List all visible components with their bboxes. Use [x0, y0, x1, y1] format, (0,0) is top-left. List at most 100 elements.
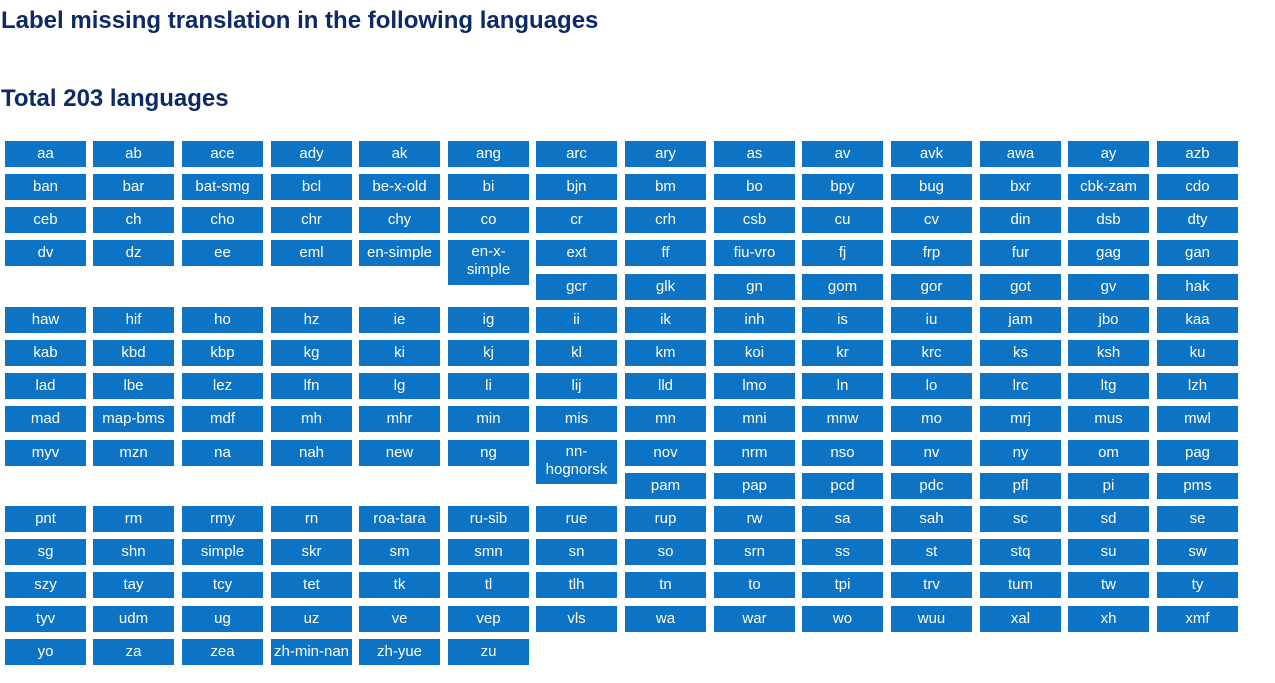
- language-link[interactable]: tl: [448, 572, 529, 598]
- language-link[interactable]: zea: [182, 639, 263, 665]
- language-link[interactable]: wo: [802, 606, 883, 632]
- language-link[interactable]: pms: [1157, 473, 1238, 499]
- language-link[interactable]: srn: [714, 539, 795, 565]
- language-link[interactable]: ak: [359, 141, 440, 167]
- language-link[interactable]: mzn: [93, 440, 174, 466]
- language-link[interactable]: lo: [891, 373, 972, 399]
- language-link[interactable]: se: [1157, 506, 1238, 532]
- language-link[interactable]: be-x-old: [359, 174, 440, 200]
- language-link[interactable]: yo: [5, 639, 86, 665]
- language-link[interactable]: sm: [359, 539, 440, 565]
- language-link[interactable]: wuu: [891, 606, 972, 632]
- language-link[interactable]: ng: [448, 440, 529, 466]
- language-link[interactable]: min: [448, 406, 529, 432]
- language-link[interactable]: rup: [625, 506, 706, 532]
- language-link[interactable]: ceb: [5, 207, 86, 233]
- language-link[interactable]: ch: [93, 207, 174, 233]
- language-link[interactable]: gan: [1157, 240, 1238, 266]
- language-link[interactable]: bxr: [980, 174, 1061, 200]
- language-link[interactable]: got: [980, 274, 1061, 300]
- language-link[interactable]: vep: [448, 606, 529, 632]
- language-link[interactable]: gn: [714, 274, 795, 300]
- language-link[interactable]: li: [448, 373, 529, 399]
- language-link[interactable]: nso: [802, 440, 883, 466]
- language-link[interactable]: km: [625, 340, 706, 366]
- language-link[interactable]: azb: [1157, 141, 1238, 167]
- language-link[interactable]: fj: [802, 240, 883, 266]
- language-link[interactable]: arc: [536, 141, 617, 167]
- language-link[interactable]: jbo: [1068, 307, 1149, 333]
- language-link[interactable]: ksh: [1068, 340, 1149, 366]
- language-link[interactable]: bat-smg: [182, 174, 263, 200]
- language-link[interactable]: lad: [5, 373, 86, 399]
- language-link[interactable]: rn: [271, 506, 352, 532]
- language-link[interactable]: eml: [271, 240, 352, 266]
- language-link[interactable]: nv: [891, 440, 972, 466]
- language-link[interactable]: na: [182, 440, 263, 466]
- language-link[interactable]: sd: [1068, 506, 1149, 532]
- language-link[interactable]: cv: [891, 207, 972, 233]
- language-link[interactable]: kr: [802, 340, 883, 366]
- language-link[interactable]: gcr: [536, 274, 617, 300]
- language-link[interactable]: mwl: [1157, 406, 1238, 432]
- language-link[interactable]: nrm: [714, 440, 795, 466]
- language-link[interactable]: mrj: [980, 406, 1061, 432]
- language-link[interactable]: chy: [359, 207, 440, 233]
- language-link[interactable]: xal: [980, 606, 1061, 632]
- language-link[interactable]: wa: [625, 606, 706, 632]
- language-link[interactable]: haw: [5, 307, 86, 333]
- language-link[interactable]: en-simple: [359, 240, 440, 266]
- language-link[interactable]: zu: [448, 639, 529, 665]
- language-link[interactable]: rw: [714, 506, 795, 532]
- language-link[interactable]: av: [802, 141, 883, 167]
- language-link[interactable]: mnw: [802, 406, 883, 432]
- language-link[interactable]: ku: [1157, 340, 1238, 366]
- language-link[interactable]: cr: [536, 207, 617, 233]
- language-link[interactable]: pdc: [891, 473, 972, 499]
- language-link[interactable]: gag: [1068, 240, 1149, 266]
- language-link[interactable]: ss: [802, 539, 883, 565]
- language-link[interactable]: ho: [182, 307, 263, 333]
- language-link[interactable]: dty: [1157, 207, 1238, 233]
- language-link[interactable]: tum: [980, 572, 1061, 598]
- language-link[interactable]: lbe: [93, 373, 174, 399]
- language-link[interactable]: fur: [980, 240, 1061, 266]
- language-link[interactable]: kab: [5, 340, 86, 366]
- language-link[interactable]: gom: [802, 274, 883, 300]
- language-link[interactable]: gor: [891, 274, 972, 300]
- language-link[interactable]: mdf: [182, 406, 263, 432]
- language-link[interactable]: glk: [625, 274, 706, 300]
- language-link[interactable]: ee: [182, 240, 263, 266]
- language-link[interactable]: bm: [625, 174, 706, 200]
- language-link[interactable]: rm: [93, 506, 174, 532]
- language-link[interactable]: ltg: [1068, 373, 1149, 399]
- language-link[interactable]: tw: [1068, 572, 1149, 598]
- language-link[interactable]: hif: [93, 307, 174, 333]
- language-link[interactable]: lfn: [271, 373, 352, 399]
- language-link[interactable]: xh: [1068, 606, 1149, 632]
- language-link[interactable]: ig: [448, 307, 529, 333]
- language-link[interactable]: tet: [271, 572, 352, 598]
- language-link[interactable]: nn-hognorsk: [536, 440, 617, 484]
- language-link[interactable]: mn: [625, 406, 706, 432]
- language-link[interactable]: mo: [891, 406, 972, 432]
- language-link[interactable]: lmo: [714, 373, 795, 399]
- language-link[interactable]: ik: [625, 307, 706, 333]
- language-link[interactable]: tay: [93, 572, 174, 598]
- language-link[interactable]: mh: [271, 406, 352, 432]
- language-link[interactable]: ext: [536, 240, 617, 266]
- language-link[interactable]: map-bms: [93, 406, 174, 432]
- language-link[interactable]: new: [359, 440, 440, 466]
- language-link[interactable]: hz: [271, 307, 352, 333]
- language-link[interactable]: krc: [891, 340, 972, 366]
- language-link[interactable]: ks: [980, 340, 1061, 366]
- language-link[interactable]: ary: [625, 141, 706, 167]
- language-link[interactable]: bpy: [802, 174, 883, 200]
- language-link[interactable]: szy: [5, 572, 86, 598]
- language-link[interactable]: ty: [1157, 572, 1238, 598]
- language-link[interactable]: kl: [536, 340, 617, 366]
- language-link[interactable]: fiu-vro: [714, 240, 795, 266]
- language-link[interactable]: kaa: [1157, 307, 1238, 333]
- language-link[interactable]: sah: [891, 506, 972, 532]
- language-link[interactable]: sn: [536, 539, 617, 565]
